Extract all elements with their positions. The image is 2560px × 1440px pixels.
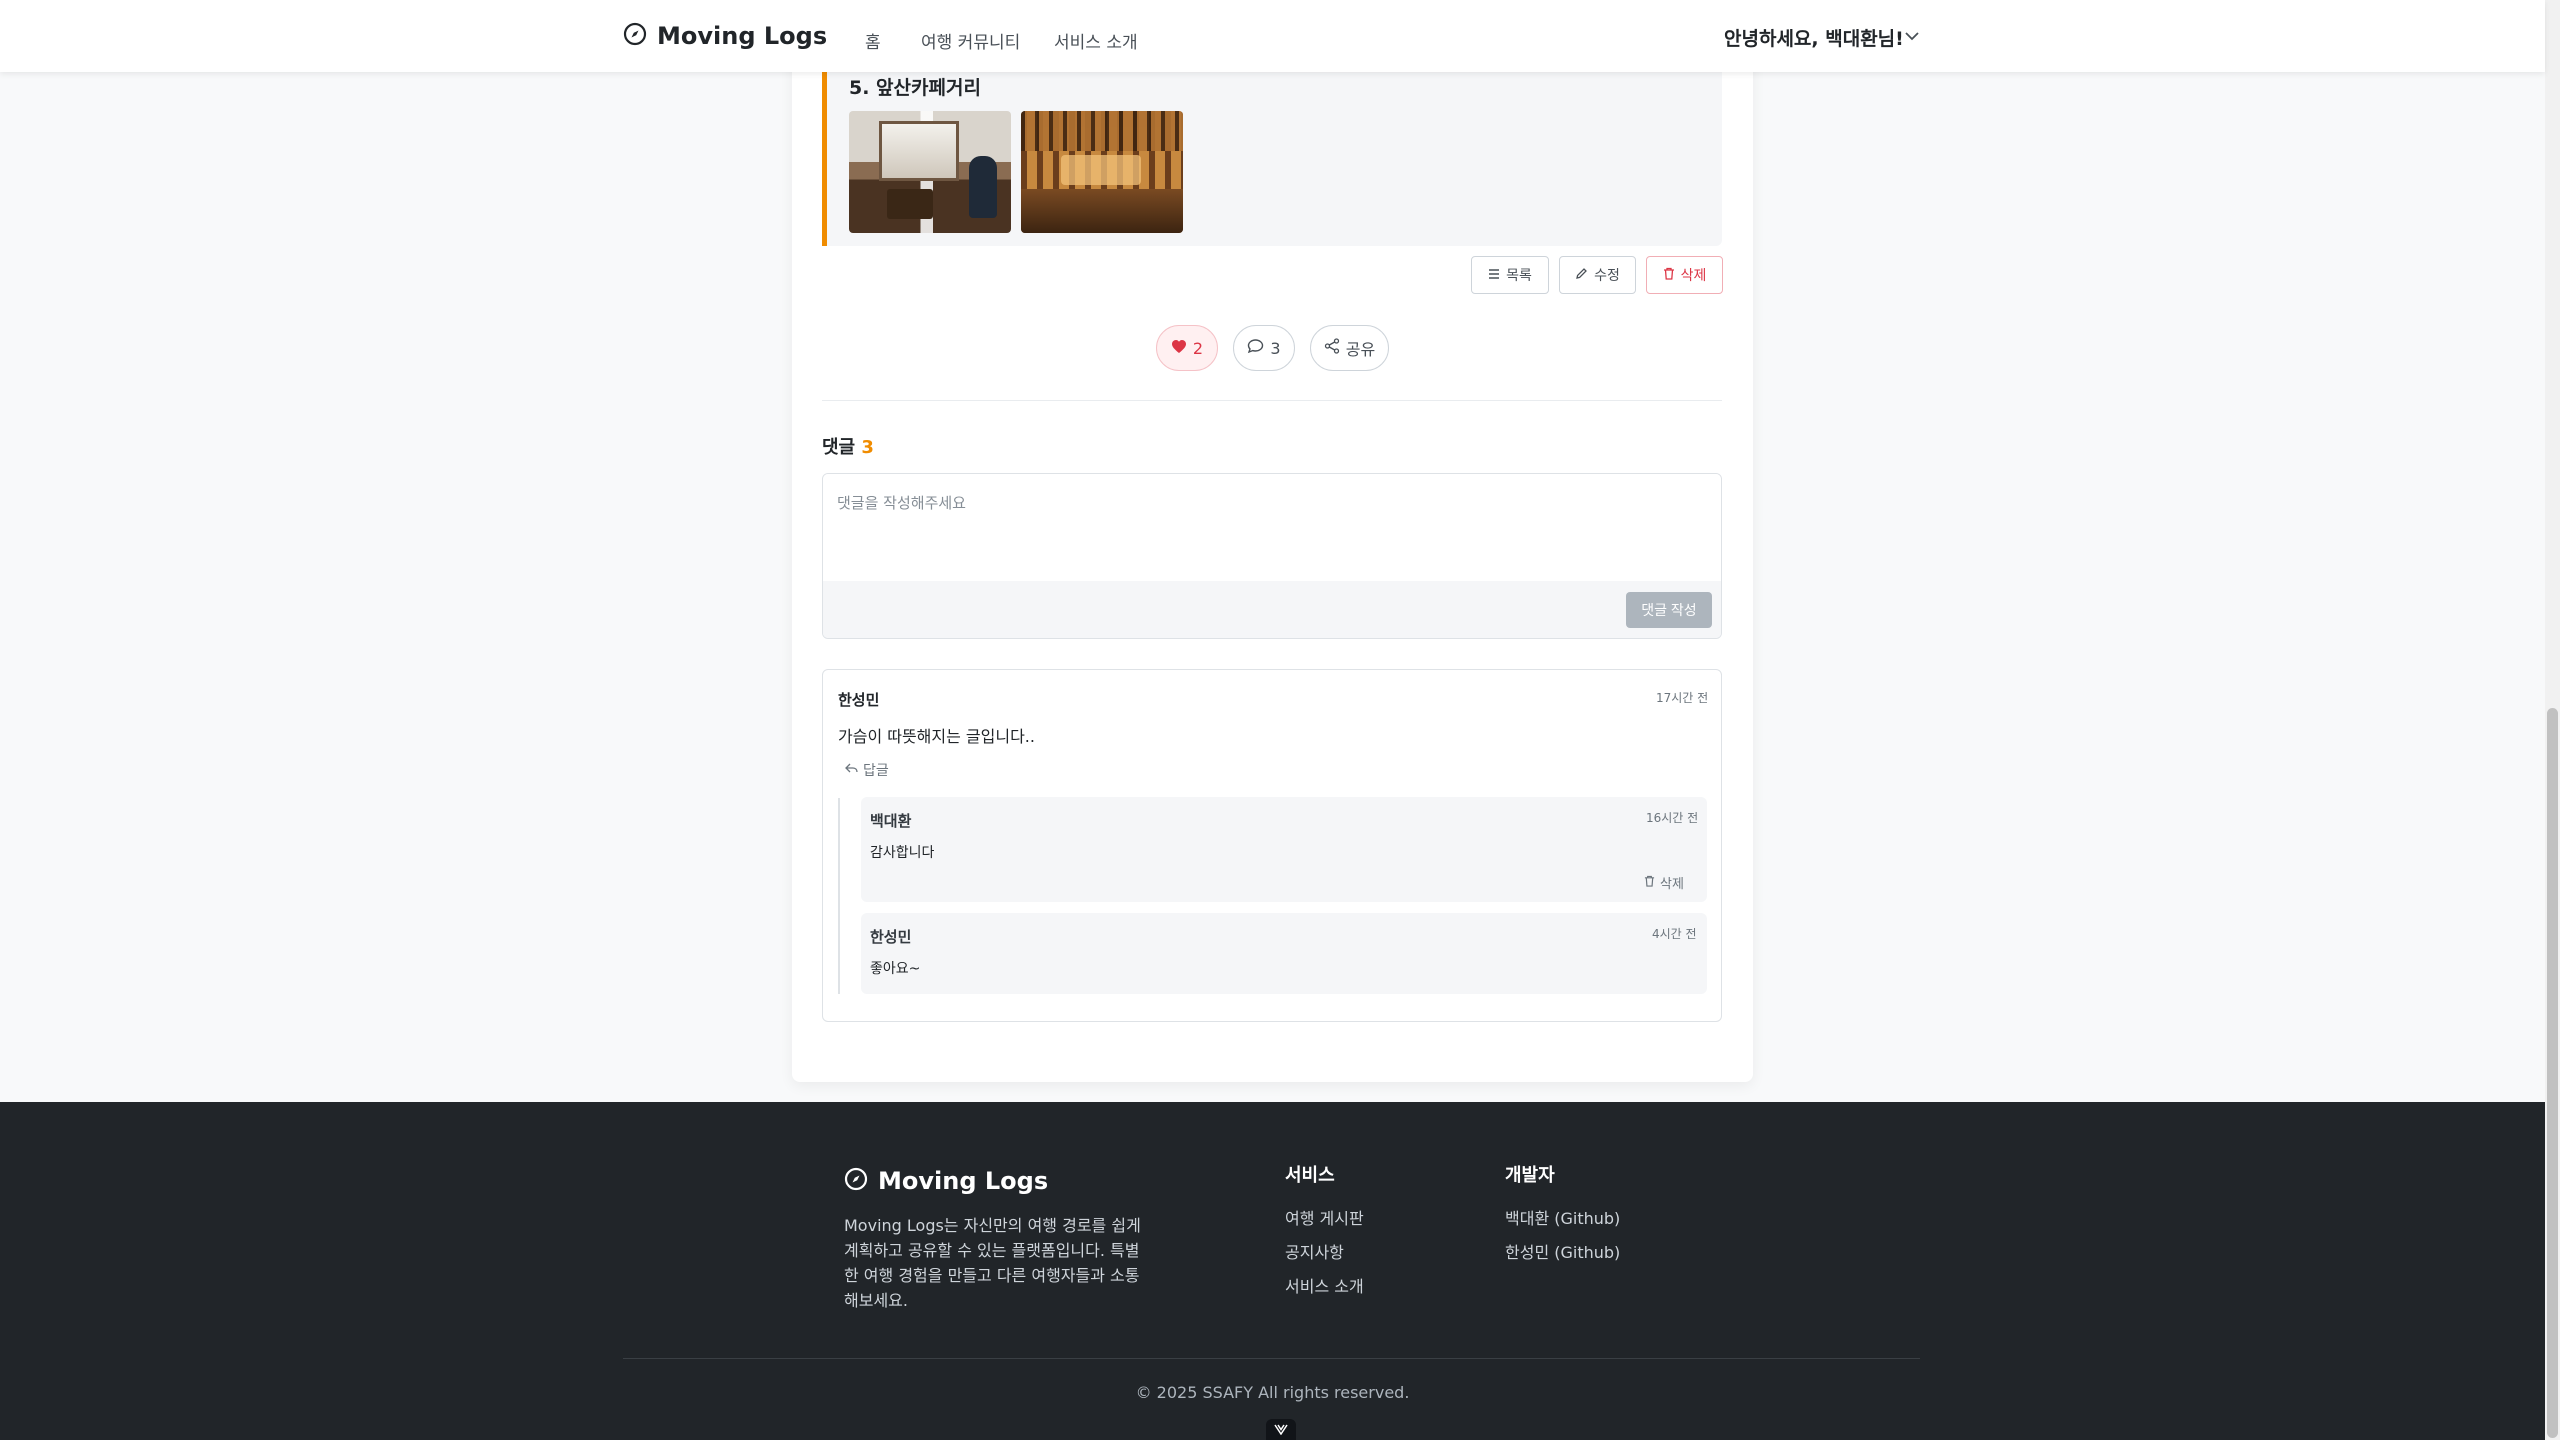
comment-body: 가슴이 따뜻해지는 글입니다.. <box>838 727 1035 746</box>
comment-input[interactable] <box>823 474 1721 581</box>
comment-count: 3 <box>1270 338 1281 358</box>
comment-form <box>822 473 1722 639</box>
share-icon <box>1324 338 1340 358</box>
vue-devtools-icon[interactable] <box>1266 1419 1296 1440</box>
reply-label: 답글 <box>863 763 889 779</box>
top-navbar: Moving Logs 홈 여행 커뮤니티 서비스 소개 안녕하세요, 백대환님… <box>0 0 2545 72</box>
reply-time: 16시간 전 <box>1646 811 1699 825</box>
trash-icon <box>1663 267 1675 283</box>
footer-services-title: 서비스 <box>1285 1165 1335 1186</box>
edit-button[interactable]: 수정 <box>1559 256 1636 294</box>
share-button[interactable]: 공유 <box>1310 325 1389 371</box>
delete-post-button[interactable]: 삭제 <box>1646 256 1723 294</box>
reply-body: 감사합니다 <box>870 845 935 861</box>
reply-author: 한성민 <box>870 928 912 946</box>
pencil-icon <box>1575 267 1588 283</box>
reply-time: 4시간 전 <box>1652 927 1697 941</box>
list-button[interactable]: 목록 <box>1471 256 1549 294</box>
section-divider <box>822 400 1722 401</box>
trash-icon <box>1644 875 1655 891</box>
footer-brand: Moving Logs <box>844 1167 1048 1195</box>
footer-brand-name: Moving Logs <box>878 1167 1049 1195</box>
like-button[interactable]: 2 <box>1156 325 1218 371</box>
speech-bubble-icon <box>1247 338 1264 358</box>
footer-link-travel-board[interactable]: 여행 게시판 <box>1285 1205 1364 1229</box>
list-button-label: 목록 <box>1506 267 1532 283</box>
user-greeting[interactable]: 안녕하세요, 백대환님! <box>1724 24 1904 51</box>
reply-arrow-icon <box>845 762 858 778</box>
comments-heading: 댓글 3 <box>822 433 874 459</box>
nav-home[interactable]: 홈 <box>865 28 881 53</box>
reply-item <box>861 797 1707 902</box>
delete-reply-button[interactable]: 삭제 <box>1644 873 1684 892</box>
footer-description: Moving Logs는 자신만의 여행 경로를 쉽게 계획하고 공유할 수 있… <box>844 1216 1141 1310</box>
place-title: 5. 앞산카페거리 <box>849 77 981 99</box>
submit-comment-button[interactable]: 댓글 작성 <box>1626 592 1712 628</box>
compass-icon <box>623 22 647 50</box>
place-photo-1[interactable] <box>849 111 1011 233</box>
brand-name: Moving Logs <box>657 22 828 50</box>
footer-link-developer-1[interactable]: 백대환 (Github) <box>1505 1205 1620 1229</box>
delete-button-label: 삭제 <box>1680 267 1707 283</box>
nav-service-intro[interactable]: 서비스 소개 <box>1054 28 1138 53</box>
reply-item <box>861 913 1707 994</box>
nav-travel-community[interactable]: 여행 커뮤니티 <box>921 28 1020 53</box>
footer-link-notices[interactable]: 공지사항 <box>1285 1239 1344 1263</box>
comment-time: 17시간 전 <box>1656 691 1709 705</box>
page-scrollbar-thumb[interactable] <box>2547 708 2558 1438</box>
reply-body: 좋아요~ <box>870 961 921 977</box>
comments-heading-count: 3 <box>861 437 874 458</box>
comment-author: 한성민 <box>838 691 880 709</box>
footer-link-developer-2[interactable]: 한성민 (Github) <box>1505 1239 1620 1263</box>
list-icon <box>1488 267 1500 283</box>
comment-count-button[interactable]: 3 <box>1233 325 1295 371</box>
footer-copyright: © 2025 SSAFY All rights reserved. <box>1135 1383 1410 1402</box>
comment-form-footer <box>823 581 1721 638</box>
brand-logo-link[interactable]: Moving Logs <box>623 22 827 50</box>
like-count: 2 <box>1192 338 1204 358</box>
reply-author: 백대환 <box>870 812 912 830</box>
place-photo-2[interactable] <box>1021 111 1183 233</box>
edit-button-label: 수정 <box>1594 267 1620 283</box>
footer-developers-title: 개발자 <box>1505 1165 1555 1186</box>
comments-heading-label: 댓글 <box>822 437 856 458</box>
footer-divider <box>623 1358 1920 1359</box>
reply-button[interactable]: 답글 <box>845 760 889 780</box>
delete-reply-label: 삭제 <box>1660 877 1684 892</box>
heart-icon <box>1171 339 1187 358</box>
share-label: 공유 <box>1345 340 1376 359</box>
reply-thread-line <box>838 798 840 994</box>
footer-link-service-intro[interactable]: 서비스 소개 <box>1285 1273 1364 1297</box>
chevron-down-icon[interactable] <box>1903 27 1921 49</box>
compass-icon <box>844 1167 868 1195</box>
